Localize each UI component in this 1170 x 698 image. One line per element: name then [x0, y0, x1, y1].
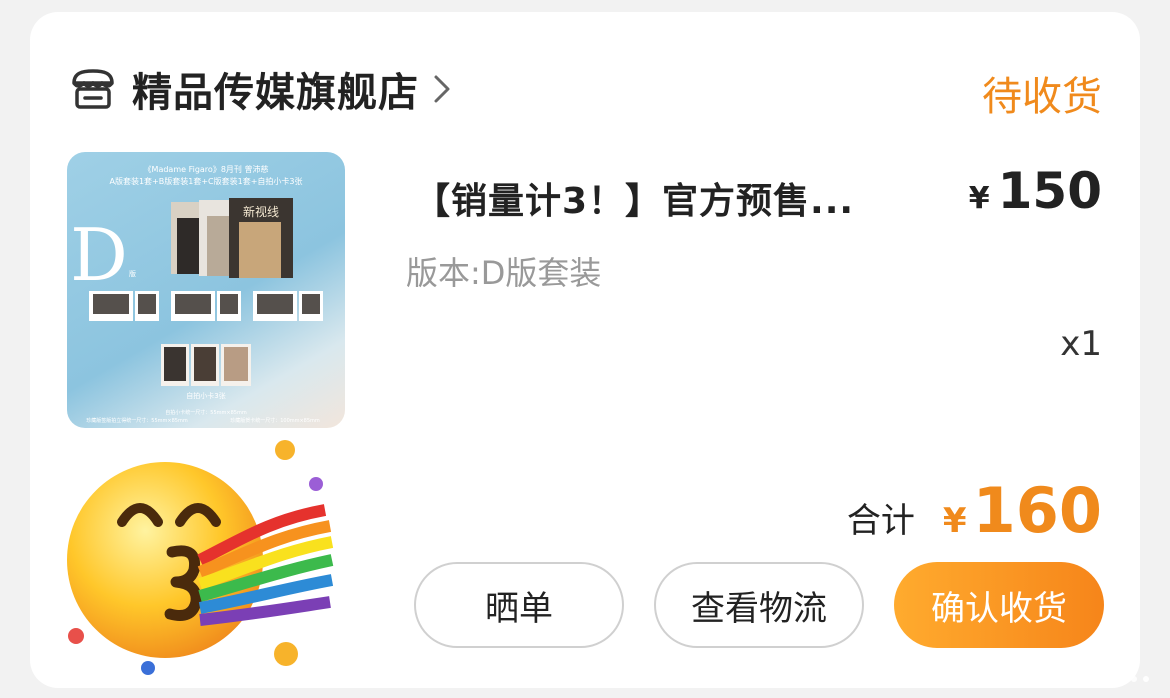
product-quantity: x1 [1060, 324, 1102, 364]
watermark-icon [1014, 670, 1149, 688]
chevron-right-icon [434, 75, 450, 103]
shop-header[interactable]: 精品传媒旗舰店 [68, 64, 451, 116]
confirm-receipt-button[interactable]: 确认收货 [894, 562, 1104, 648]
thumbnail-footer-2: 珍藏版签版拍立得统一尺寸：55mm×85mm [86, 417, 188, 424]
product-price: ¥ 150 [969, 162, 1102, 220]
thumbnail-big-letter: D [70, 213, 128, 297]
product-thumbnail[interactable]: 《Madame Figaro》8月刊 曾沛慈 A版套装1套+B版套装1套+C版套… [67, 152, 345, 428]
magazine-label: 新视线 [243, 204, 279, 219]
product-title[interactable]: 【销量计3！】官方预售... [414, 172, 854, 224]
price-value: 150 [997, 162, 1102, 220]
thumbnail-small-label: 版 [129, 269, 136, 278]
total-value: 160 [972, 474, 1102, 547]
store-icon [72, 69, 114, 109]
view-logistics-button[interactable]: 查看物流 [654, 562, 864, 648]
mini-card-group [161, 344, 251, 386]
thumbnail-mini-label: 自拍小卡3张 [186, 391, 225, 400]
kissing-rainbow-emoji-sticker [67, 440, 334, 675]
total-currency: ¥ [942, 501, 967, 541]
thumbnail-footer-1: 自拍小卡统一尺寸：55mm×85mm [165, 409, 247, 416]
product-variant: 版本:D版套装 [406, 254, 602, 292]
thumbnail-header-1: 《Madame Figaro》8月刊 曾沛慈 [144, 164, 269, 174]
thumbnail-header-2: A版套装1套+B版套装1套+C版套装1套+自拍小卡3张 [109, 176, 302, 186]
show-order-button[interactable]: 晒单 [414, 562, 624, 648]
total-label: 合计 [846, 501, 915, 541]
thumbnail-artwork: 《Madame Figaro》8月刊 曾沛慈 A版套装1套+B版套装1套+C版套… [70, 164, 323, 424]
price-currency: ¥ [968, 181, 990, 216]
shop-name: 精品传媒旗舰店 [132, 70, 419, 116]
thumbnail-footer-3: 珍藏版贺卡统一尺寸：100mm×85mm [230, 417, 320, 424]
order-total: 合计 ¥ 160 [847, 474, 1102, 547]
order-status: 待收货 [982, 74, 1102, 120]
